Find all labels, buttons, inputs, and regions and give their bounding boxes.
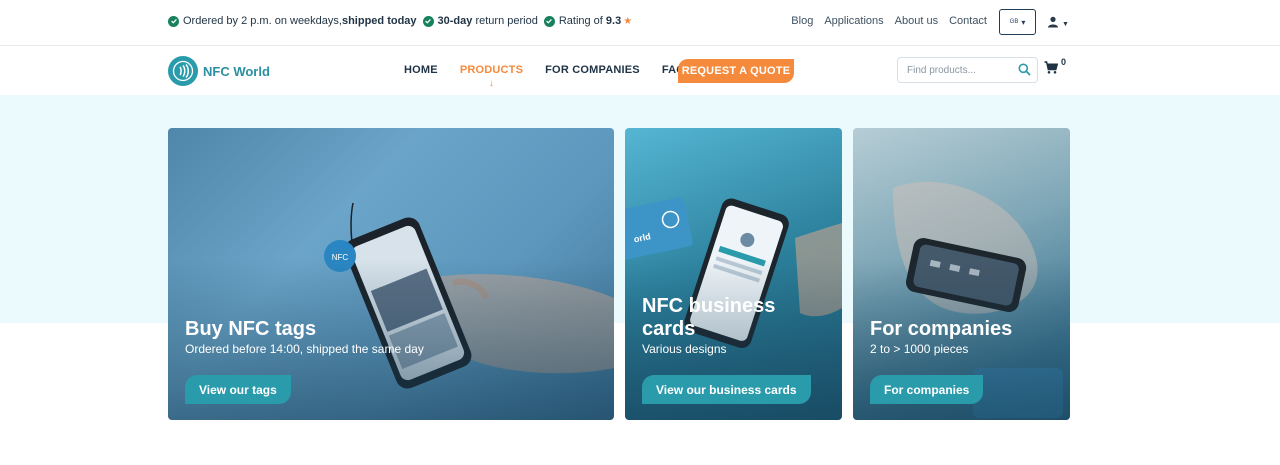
logo-text: NFC World xyxy=(203,63,270,79)
usp-bold: 9.3 xyxy=(605,15,622,27)
card-title: Buy NFC tags xyxy=(185,318,317,340)
top-info-bar: Ordered by 2 p.m. on weekdays, shipped t… xyxy=(0,0,1280,46)
card-subtitle: Various designs xyxy=(642,342,727,356)
view-business-cards-button[interactable]: View our business cards xyxy=(642,375,811,404)
usp-text: Rating of xyxy=(558,15,606,27)
cart-icon xyxy=(1044,61,1059,79)
menu-for-companies[interactable]: FOR COMPANIES xyxy=(545,64,640,76)
search-box xyxy=(897,57,1038,83)
language-value: GB xyxy=(1009,19,1019,25)
usp-bold: 30-day xyxy=(437,15,473,27)
search-input[interactable] xyxy=(907,63,1017,77)
cart-count: 0 xyxy=(1061,57,1067,67)
user-icon xyxy=(1047,15,1059,33)
menu-home[interactable]: HOME xyxy=(404,64,438,76)
card-subtitle: Ordered before 14:00, shipped the same d… xyxy=(185,342,424,356)
menu-products-label: PRODUCTS xyxy=(459,64,524,76)
view-tags-button[interactable]: View our tags xyxy=(185,375,291,404)
account-menu-button[interactable]: ▼ xyxy=(1047,15,1069,33)
main-navigation: NFC World HOME PRODUCTS ↓ FOR COMPANIES … xyxy=(0,47,1280,95)
card-subtitle: 2 to > 1000 pieces xyxy=(870,342,969,356)
check-circle-icon xyxy=(168,15,179,27)
link-contact[interactable]: Contact xyxy=(949,15,987,27)
request-quote-button[interactable]: REQUEST A QUOTE xyxy=(678,59,794,83)
chevron-down-icon: ▾ xyxy=(1021,17,1026,27)
nfc-logo-icon xyxy=(168,56,198,86)
for-companies-button[interactable]: For companies xyxy=(870,375,984,404)
card-for-companies[interactable]: For companies 2 to > 1000 pieces For com… xyxy=(853,128,1070,420)
card-business-cards[interactable]: orld NFC business cards Various designs … xyxy=(625,128,842,420)
arrow-down-icon: ↓ xyxy=(488,78,495,89)
card-title: NFC business cards xyxy=(642,295,776,340)
card-title: For companies xyxy=(870,318,1013,340)
cart-button[interactable]: 0 xyxy=(1044,57,1066,79)
card-nfc-tags[interactable]: NFC Buy NFC tags Ordered before 14:00, s… xyxy=(168,128,614,420)
top-links: Blog Applications About us Contact xyxy=(780,15,987,27)
check-circle-icon xyxy=(543,15,555,27)
star-icon: ★ xyxy=(623,15,633,27)
search-icon[interactable] xyxy=(1018,63,1031,81)
usp-shipping: Ordered by 2 p.m. on weekdays, shipped t… xyxy=(168,15,417,27)
caret-down-icon: ▼ xyxy=(1062,20,1069,28)
link-blog[interactable]: Blog xyxy=(791,15,813,27)
usp-text: return period xyxy=(472,15,538,27)
language-select[interactable]: GB ▾ xyxy=(999,9,1036,35)
usp-return: 30-day return period xyxy=(422,15,538,27)
main-menu: HOME PRODUCTS ↓ FOR COMPANIES FAQ xyxy=(404,64,685,89)
link-applications[interactable]: Applications xyxy=(824,15,883,27)
usp-text: Ordered by 2 p.m. on weekdays, xyxy=(183,15,342,27)
usp-rating: Rating of 9.3 ★ xyxy=(543,15,633,27)
logo[interactable]: NFC World xyxy=(168,56,270,86)
link-about-us[interactable]: About us xyxy=(895,15,938,27)
usp-list: Ordered by 2 p.m. on weekdays, shipped t… xyxy=(168,15,638,27)
menu-products[interactable]: PRODUCTS ↓ xyxy=(459,64,524,89)
check-circle-icon xyxy=(422,15,434,27)
usp-bold: shipped today xyxy=(341,15,417,27)
